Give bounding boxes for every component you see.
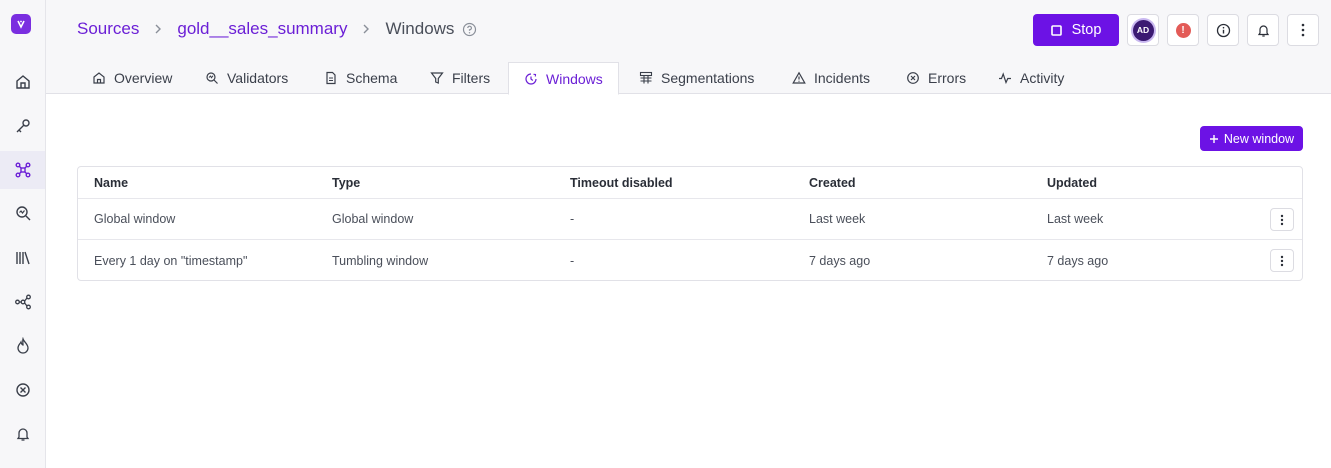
- table-header: Name Type Timeout disabled Created Updat…: [78, 167, 1302, 199]
- cell-created: 7 days ago: [809, 253, 871, 268]
- column-header-timeout[interactable]: Timeout disabled: [570, 167, 673, 198]
- activity-icon: [999, 72, 1011, 85]
- validator-icon: [206, 72, 218, 84]
- source-tabs: Overview Validators Schema Filters Windo…: [46, 62, 1331, 95]
- warning-icon: [792, 71, 806, 84]
- cell-created: Last week: [809, 212, 866, 226]
- window-clock-icon: [525, 72, 537, 85]
- cell-type: Tumbling window: [332, 253, 429, 268]
- help-icon[interactable]: [462, 22, 477, 37]
- bell-icon: [16, 428, 29, 441]
- home-icon: [93, 72, 105, 84]
- column-header-type[interactable]: Type: [332, 167, 360, 198]
- sources-icon: [15, 162, 30, 178]
- tab-errors[interactable]: Errors: [906, 62, 966, 94]
- validators-icon: [15, 206, 30, 221]
- tab-label: Incidents: [814, 70, 871, 86]
- sidebar: [0, 0, 46, 468]
- info-icon: [1216, 23, 1230, 37]
- avatar: AD: [1132, 19, 1154, 41]
- column-header-name[interactable]: Name: [94, 167, 128, 198]
- stop-icon: [1050, 24, 1062, 36]
- cell-name: Global window: [94, 212, 176, 226]
- tab-validators[interactable]: Validators: [205, 62, 288, 94]
- sidebar-item-lineage[interactable]: [0, 283, 45, 321]
- tab-segmentations[interactable]: Segmentations: [639, 62, 754, 94]
- more-menu-button[interactable]: [1287, 14, 1319, 46]
- tab-label: Schema: [346, 70, 398, 86]
- cell-updated: Last week: [1047, 212, 1104, 226]
- sidebar-item-errors[interactable]: [0, 371, 45, 409]
- table-row[interactable]: Global window Global window - Last week …: [78, 199, 1302, 240]
- alert-icon: !: [1175, 22, 1191, 38]
- app-logo[interactable]: [11, 14, 31, 34]
- column-header-created[interactable]: Created: [809, 167, 856, 198]
- info-button[interactable]: [1207, 14, 1239, 46]
- kebab-icon: [1280, 214, 1284, 225]
- row-actions-button[interactable]: [1270, 208, 1294, 231]
- sidebar-item-home[interactable]: [0, 63, 45, 101]
- errors-icon: [15, 383, 30, 397]
- home-icon: [15, 75, 30, 89]
- row-actions-button[interactable]: [1270, 249, 1294, 272]
- breadcrumb-current: Windows: [385, 19, 455, 38]
- column-header-updated[interactable]: Updated: [1047, 167, 1097, 198]
- breadcrumb: Sources gold__sales_summary Windows: [77, 19, 477, 39]
- lineage-icon: [14, 294, 31, 310]
- stop-label: Stop: [1071, 22, 1102, 38]
- tab-label: Activity: [1020, 70, 1065, 86]
- sidebar-item-sources[interactable]: [0, 151, 45, 189]
- tab-schema[interactable]: Schema: [324, 62, 397, 94]
- segmentation-icon: [639, 71, 653, 84]
- tab-label: Filters: [452, 70, 491, 86]
- tab-incidents[interactable]: Incidents: [792, 62, 870, 94]
- chevron-right-icon: [361, 23, 371, 35]
- tab-label: Windows: [546, 70, 603, 87]
- tab-filters[interactable]: Filters: [430, 62, 490, 94]
- tab-overview[interactable]: Overview: [92, 62, 172, 94]
- fire-icon: [16, 337, 29, 354]
- bell-icon: [1257, 24, 1269, 37]
- sidebar-item-keys[interactable]: [0, 107, 45, 145]
- tab-activity[interactable]: Activity: [998, 62, 1064, 94]
- document-icon: [326, 71, 336, 85]
- kebab-icon: [1301, 23, 1305, 37]
- logo-icon: [17, 20, 25, 29]
- sidebar-item-validators[interactable]: [0, 194, 45, 232]
- kebab-icon: [1280, 255, 1284, 266]
- filter-icon: [430, 72, 444, 84]
- cell-timeout: -: [570, 253, 575, 268]
- sidebar-item-incidents[interactable]: [0, 327, 45, 365]
- tab-label: Errors: [928, 70, 967, 86]
- cell-updated: 7 days ago: [1047, 253, 1109, 268]
- new-window-button[interactable]: New window: [1200, 126, 1303, 151]
- alerts-button[interactable]: !: [1167, 14, 1199, 46]
- tab-windows[interactable]: Windows: [508, 62, 619, 95]
- cell-type: Global window: [332, 212, 414, 226]
- sidebar-item-notifications[interactable]: [0, 415, 45, 453]
- page-header: Sources gold__sales_summary Windows Stop…: [46, 0, 1331, 62]
- error-circle-icon: [907, 72, 919, 84]
- tab-label: Overview: [114, 70, 173, 86]
- user-avatar-button[interactable]: AD: [1127, 14, 1159, 46]
- sidebar-item-library[interactable]: [0, 239, 45, 277]
- tab-label: Validators: [227, 70, 289, 86]
- chevron-right-icon: [153, 23, 163, 35]
- table-row[interactable]: Every 1 day on "timestamp" Tumbling wind…: [78, 240, 1302, 281]
- plus-icon: [1209, 134, 1218, 143]
- breadcrumb-sources[interactable]: Sources: [77, 19, 139, 39]
- notifications-button[interactable]: [1247, 14, 1279, 46]
- header-actions: Stop AD !: [1033, 14, 1319, 46]
- tab-label: Segmentations: [661, 70, 755, 86]
- cell-timeout: -: [570, 212, 575, 226]
- breadcrumb-source-name[interactable]: gold__sales_summary: [177, 19, 347, 39]
- cell-name: Every 1 day on "timestamp": [94, 253, 248, 268]
- stop-button[interactable]: Stop: [1033, 14, 1119, 46]
- key-icon: [16, 119, 30, 133]
- new-window-label: New window: [1223, 131, 1295, 146]
- windows-table: Name Type Timeout disabled Created Updat…: [77, 166, 1303, 281]
- library-icon: [15, 251, 30, 265]
